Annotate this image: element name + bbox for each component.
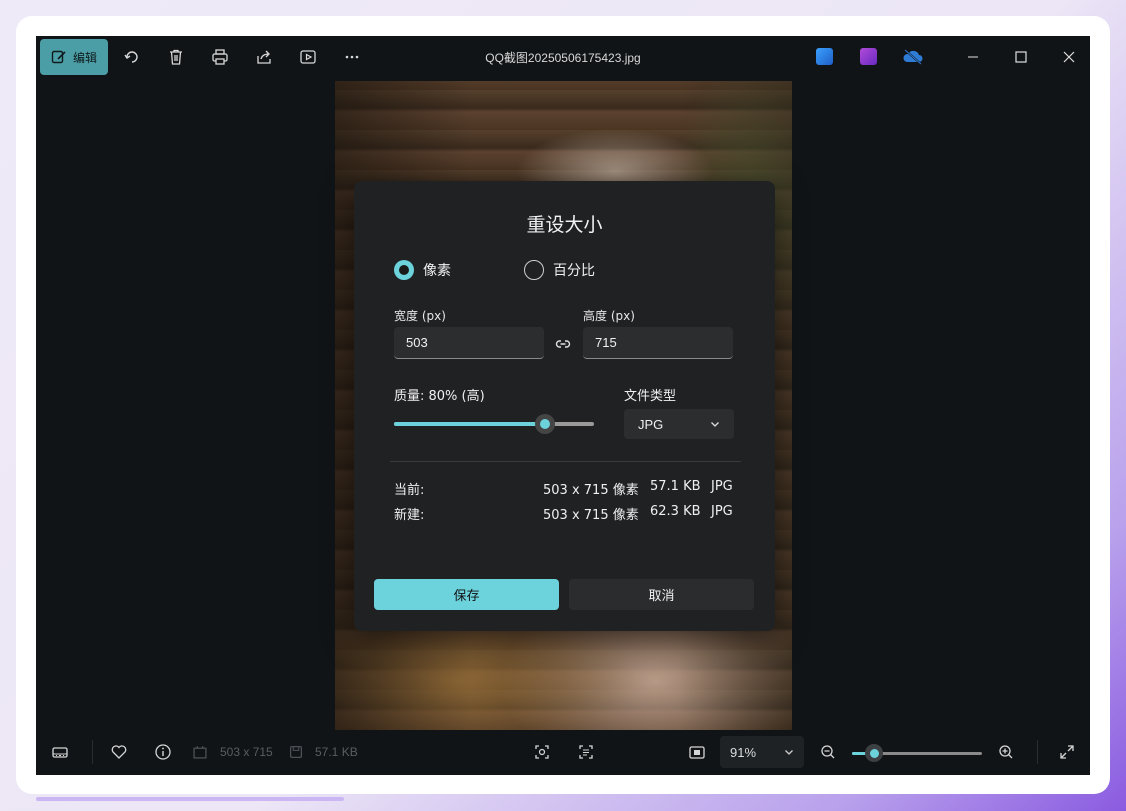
new-label: 新建:	[394, 508, 425, 523]
minimize-icon[interactable]	[963, 47, 983, 67]
status-dimensions: 503 x 715	[220, 745, 273, 759]
text-recognition-icon[interactable]	[576, 742, 596, 762]
width-label: 宽度 (px)	[394, 309, 446, 323]
chevron-down-icon	[711, 422, 719, 427]
close-icon[interactable]	[1059, 47, 1079, 67]
filmstrip-icon[interactable]	[50, 742, 70, 762]
photo-editor-badge-icon[interactable]	[816, 48, 833, 65]
zoom-slider-thumb[interactable]	[865, 744, 884, 762]
current-size: 57.1 KB	[650, 479, 701, 494]
info-icon[interactable]	[153, 742, 173, 762]
current-dimensions: 503 x 715 像素	[543, 483, 639, 498]
new-size: 62.3 KB	[650, 504, 701, 519]
file-size-icon	[289, 742, 303, 762]
zoom-in-icon[interactable]	[996, 742, 1016, 762]
photos-app-window: 编辑 QQ截图20250506175423.jpg 重设大小 像素 百分比 宽度…	[36, 36, 1090, 775]
fit-to-window-icon[interactable]	[687, 742, 707, 762]
save-button[interactable]: 保存	[374, 579, 559, 610]
quality-slider-thumb[interactable]	[535, 414, 556, 434]
file-type-value: JPG	[638, 416, 664, 432]
radio-percent-label: 百分比	[553, 263, 595, 279]
file-type-select[interactable]: JPG	[624, 409, 734, 439]
current-label: 当前:	[394, 483, 425, 498]
maximize-icon[interactable]	[1011, 47, 1031, 67]
quality-label: 质量: 80% (高)	[394, 389, 485, 404]
full-screen-icon[interactable]	[1057, 742, 1077, 762]
dialog-title: 重设大小	[526, 214, 603, 236]
new-type: JPG	[711, 504, 733, 519]
window-title: QQ截图20250506175423.jpg	[485, 51, 641, 65]
decorative-strip	[36, 797, 344, 801]
quality-slider[interactable]	[394, 414, 594, 434]
zoom-select[interactable]: 91%	[720, 736, 804, 768]
radio-percent[interactable]: 百分比	[524, 260, 595, 280]
onedrive-offline-icon[interactable]	[902, 48, 924, 65]
resize-dialog: 重设大小 像素 百分比 宽度 (px) 503 高度 (px) 715 质量: …	[354, 181, 775, 631]
status-separator	[92, 740, 93, 764]
radio-pixels-label: 像素	[423, 263, 451, 279]
dialog-divider	[390, 461, 741, 462]
chevron-down-icon	[785, 750, 793, 755]
new-info-row: 新建: 503 x 715 像素 62.3 KB JPG	[394, 504, 734, 523]
zoom-value: 91%	[730, 744, 757, 760]
status-file-size: 57.1 KB	[315, 745, 358, 759]
zoom-slider[interactable]	[852, 744, 982, 762]
radio-pixels[interactable]: 像素	[394, 260, 451, 280]
image-size-icon	[193, 742, 207, 762]
radio-selected-indicator	[394, 260, 414, 280]
current-type: JPG	[711, 479, 733, 494]
height-input[interactable]: 715	[583, 327, 733, 359]
zoom-out-icon[interactable]	[818, 742, 838, 762]
status-bar: 503 x 715 57.1 KB 91%	[36, 730, 1090, 775]
radio-unselected-indicator	[524, 260, 544, 280]
favorite-heart-icon[interactable]	[109, 742, 129, 762]
visual-search-icon[interactable]	[532, 742, 552, 762]
current-info-row: 当前: 503 x 715 像素 57.1 KB JPG	[394, 479, 734, 498]
height-label: 高度 (px)	[583, 309, 635, 323]
cancel-button[interactable]: 取消	[569, 579, 754, 610]
file-type-label: 文件类型	[624, 389, 677, 404]
status-separator	[1037, 740, 1038, 764]
quality-slider-fill	[394, 422, 546, 426]
clipchamp-badge-icon[interactable]	[860, 48, 877, 65]
aspect-lock-link-icon[interactable]	[555, 336, 571, 352]
width-input[interactable]: 503	[394, 327, 544, 359]
new-dimensions: 503 x 715 像素	[543, 508, 639, 523]
title-bar: 编辑 QQ截图20250506175423.jpg	[36, 36, 1090, 78]
